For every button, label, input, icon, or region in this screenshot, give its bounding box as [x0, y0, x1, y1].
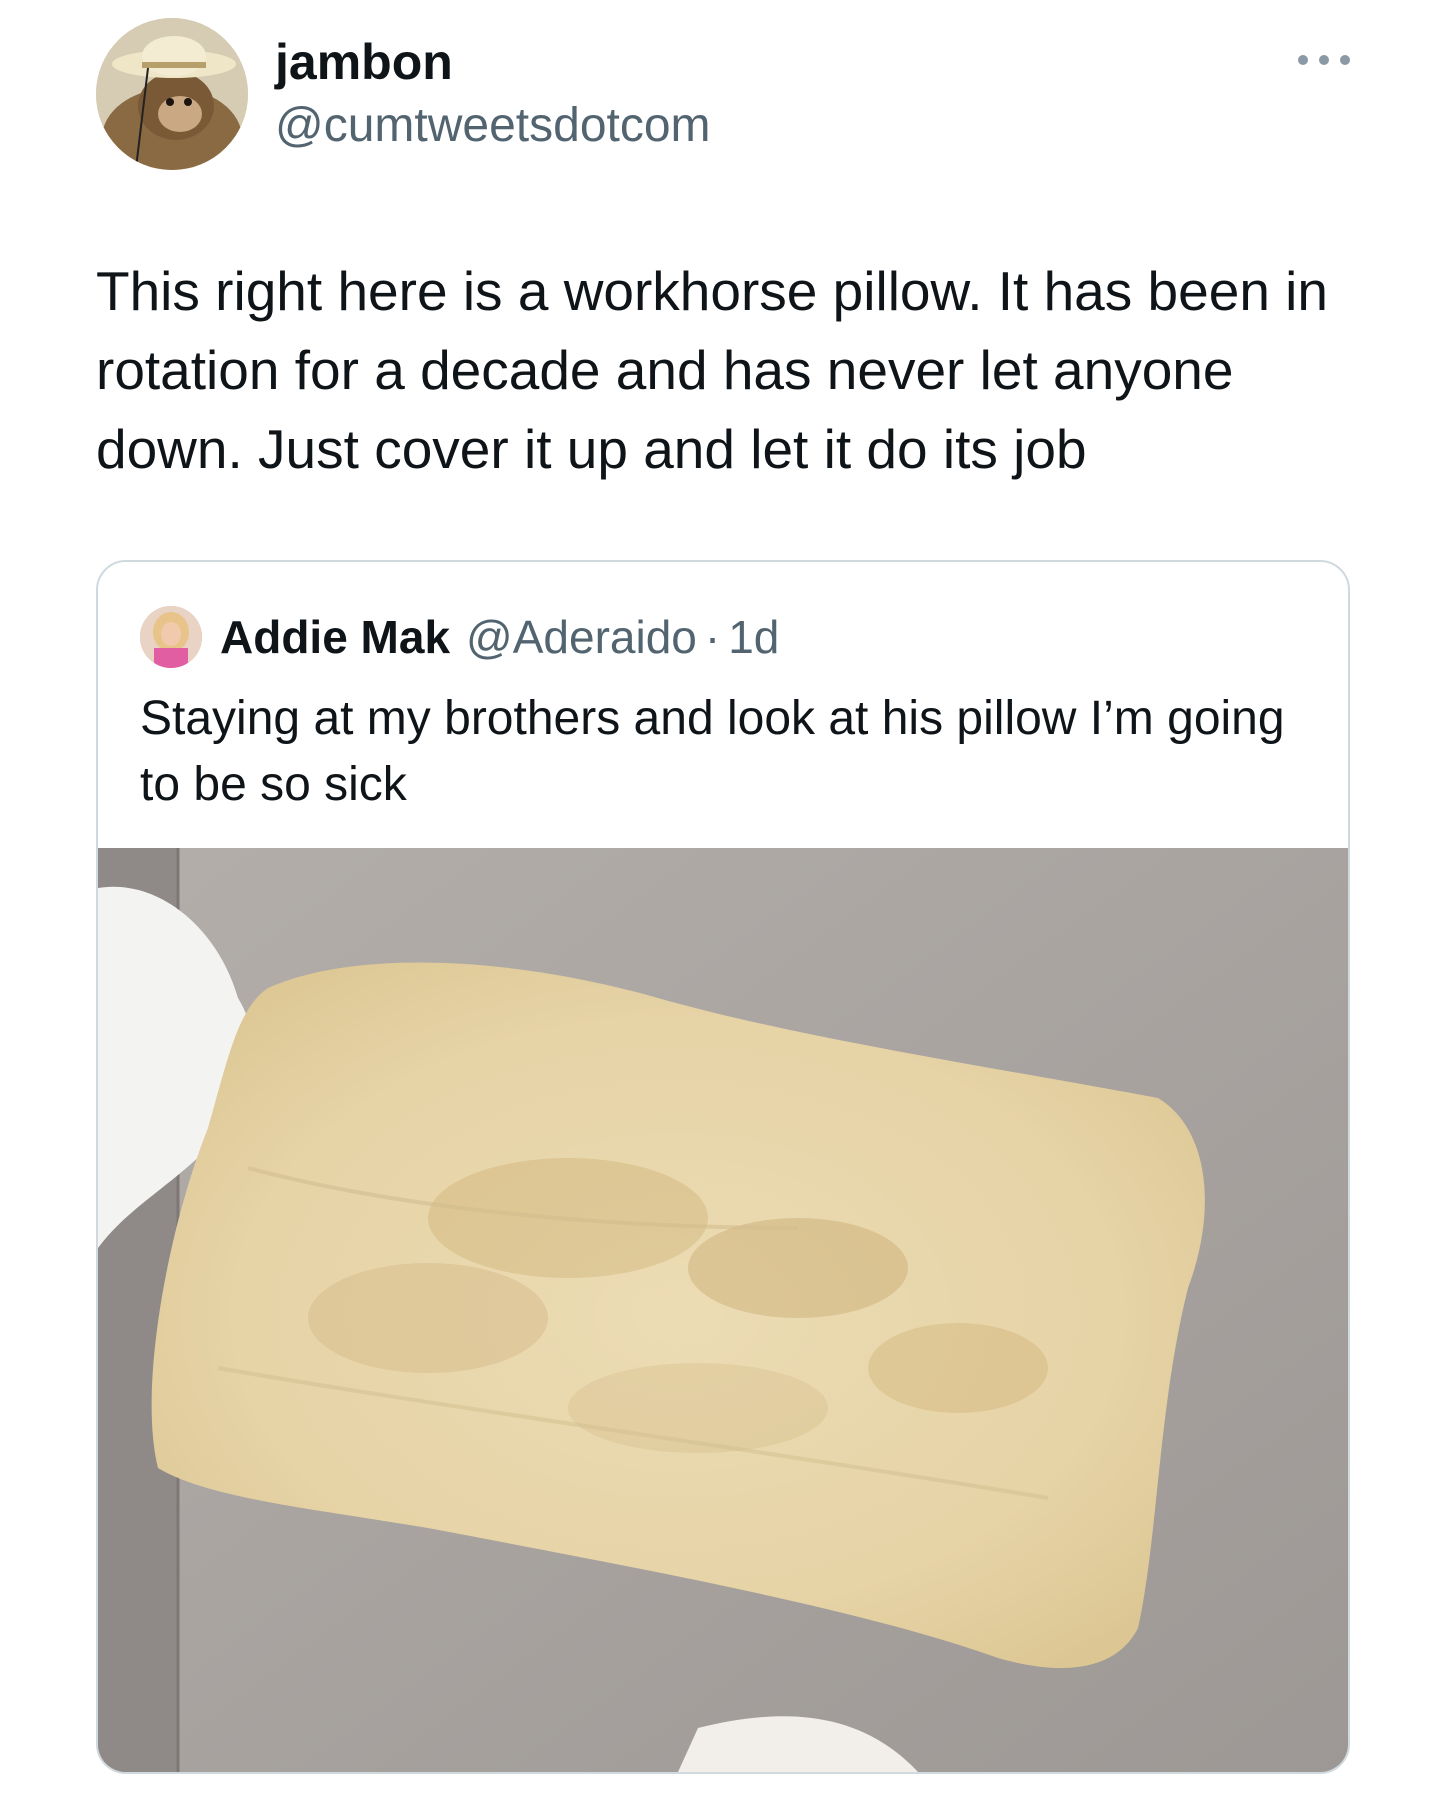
more-options-button[interactable] — [1298, 44, 1350, 76]
quoted-tweet[interactable]: Addie Mak @Aderaido · 1d Staying at my b… — [96, 560, 1350, 1774]
quote-timestamp[interactable]: 1d — [728, 610, 779, 664]
more-dot-icon — [1319, 55, 1329, 65]
pillow-photo-icon — [98, 848, 1348, 1772]
tweet: jambon @cumtweetsdotcom This right here … — [0, 0, 1440, 1799]
monkey-avatar-icon — [96, 18, 248, 170]
author-display-name[interactable]: jambon — [275, 32, 453, 92]
quote-author-display-name[interactable]: Addie Mak — [220, 610, 450, 664]
author-avatar[interactable] — [96, 18, 248, 170]
tweet-text: This right here is a workhorse pillow. I… — [96, 260, 1328, 480]
more-dot-icon — [1340, 55, 1350, 65]
quote-media-photo[interactable] — [98, 848, 1348, 1772]
quote-text: Staying at my brothers and look at his p… — [140, 692, 1285, 811]
author-handle[interactable]: @cumtweetsdotcom — [275, 96, 711, 156]
quote-separator: · — [704, 611, 721, 663]
quote-header: Addie Mak @Aderaido · 1d — [220, 606, 779, 668]
quote-author-handle[interactable]: @Aderaido — [466, 610, 697, 664]
more-dot-icon — [1298, 55, 1308, 65]
woman-avatar-icon — [140, 606, 202, 668]
quote-author-avatar[interactable] — [140, 606, 202, 668]
